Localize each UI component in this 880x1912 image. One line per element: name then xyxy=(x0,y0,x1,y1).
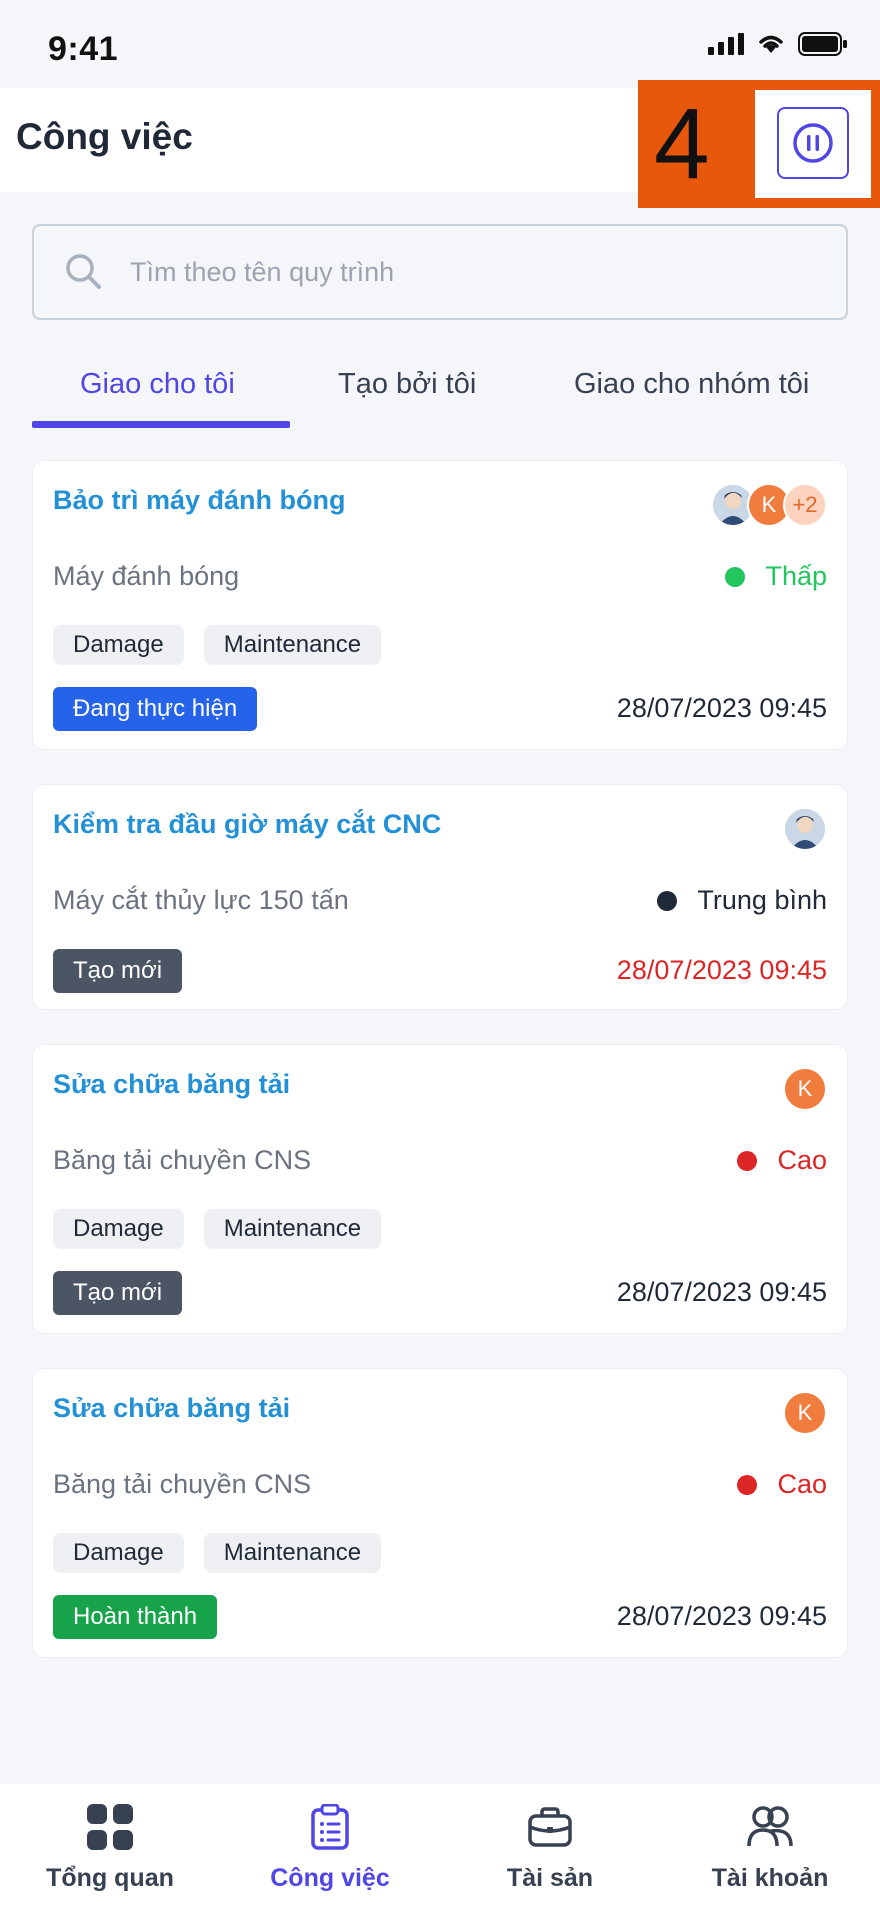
task-date: 28/07/2023 09:45 xyxy=(616,955,827,985)
nav-label: Tổng quan xyxy=(46,1864,174,1892)
priority-dot xyxy=(725,566,746,587)
pause-button[interactable] xyxy=(777,107,849,179)
task-card[interactable]: Sửa chữa băng tải K Băng tải chuyền CNS … xyxy=(32,1044,848,1334)
nav-label: Công việc xyxy=(270,1864,390,1892)
tag-list: Damage Maintenance xyxy=(53,625,382,665)
avatar: K xyxy=(783,1391,827,1435)
briefcase-icon xyxy=(528,1807,572,1847)
priority-label: Cao xyxy=(777,1469,827,1499)
status-icons xyxy=(708,32,848,56)
bottom-nav: Tổng quan Công việc Tài sản Tài khoản xyxy=(0,1784,880,1912)
status-badge: Tạo mới xyxy=(53,1271,183,1315)
tag-list: Damage Maintenance xyxy=(53,1209,382,1249)
clipboard-icon xyxy=(311,1804,349,1850)
task-card[interactable]: Kiểm tra đầu giờ máy cắt CNC Máy cắt thủ… xyxy=(32,784,848,1010)
wifi-icon xyxy=(759,35,783,53)
avatar-overflow-count: +2 xyxy=(783,483,827,527)
nav-label: Tài sản xyxy=(506,1864,594,1892)
tab-bar: Giao cho tôi Tạo bởi tôi Giao cho nhóm t… xyxy=(32,360,848,430)
nav-assets[interactable]: Tài sản xyxy=(440,1802,660,1893)
task-title[interactable]: Bảo trì máy đánh bóng xyxy=(53,485,346,516)
task-date: 28/07/2023 09:45 xyxy=(616,693,827,723)
tag: Maintenance xyxy=(203,1533,382,1573)
pause-icon xyxy=(793,123,833,163)
task-date: 28/07/2023 09:45 xyxy=(616,1601,827,1631)
signal-icon xyxy=(708,33,744,55)
tag: Maintenance xyxy=(203,625,382,665)
assignee-avatars[interactable]: K xyxy=(783,1391,827,1435)
annotation-number: 4 xyxy=(654,88,710,200)
task-title[interactable]: Sửa chữa băng tải xyxy=(53,1069,290,1100)
priority-indicator: Trung bình xyxy=(657,885,827,916)
users-icon xyxy=(747,1806,793,1847)
priority-label: Trung bình xyxy=(697,885,827,915)
task-asset: Băng tải chuyền CNS xyxy=(53,1469,312,1499)
priority-indicator: Cao xyxy=(737,1145,827,1176)
tag: Damage xyxy=(53,1533,184,1573)
nav-account[interactable]: Tài khoản xyxy=(660,1802,880,1893)
priority-indicator: Cao xyxy=(737,1469,827,1500)
priority-dot xyxy=(657,890,678,911)
priority-dot xyxy=(737,1150,758,1171)
search-input[interactable] xyxy=(130,228,820,316)
nav-label: Tài khoản xyxy=(711,1864,829,1892)
assignee-avatars[interactable] xyxy=(783,807,827,851)
assignee-avatars[interactable]: K +2 xyxy=(711,483,827,527)
search-box xyxy=(32,224,848,320)
status-badge: Đang thực hiện xyxy=(53,687,258,731)
priority-label: Cao xyxy=(777,1145,827,1175)
page-title: Công việc xyxy=(16,116,193,157)
avatar xyxy=(783,807,827,851)
status-time: 9:41 xyxy=(48,30,119,68)
task-title[interactable]: Kiểm tra đầu giờ máy cắt CNC xyxy=(53,809,441,840)
task-date: 28/07/2023 09:45 xyxy=(616,1277,827,1307)
status-badge: Hoàn thành xyxy=(53,1595,218,1639)
task-asset: Máy cắt thủy lực 150 tấn xyxy=(53,885,349,915)
tab-created-by-me[interactable]: Tạo bởi tôi xyxy=(338,368,476,401)
nav-tasks[interactable]: Công việc xyxy=(220,1802,440,1893)
pause-button-wrapper xyxy=(755,90,871,198)
tag: Maintenance xyxy=(203,1209,382,1249)
tab-assigned-to-my-group[interactable]: Giao cho nhóm tôi xyxy=(574,368,809,401)
tag: Damage xyxy=(53,1209,184,1249)
assignee-avatars[interactable]: K xyxy=(783,1067,827,1111)
annotation-overlay: 4 xyxy=(638,80,880,208)
status-bar: 9:41 xyxy=(0,0,880,88)
task-asset: Máy đánh bóng xyxy=(53,561,240,591)
nav-overview[interactable]: Tổng quan xyxy=(0,1802,220,1893)
priority-dot xyxy=(737,1474,758,1495)
status-badge: Tạo mới xyxy=(53,949,183,993)
task-card[interactable]: Bảo trì máy đánh bóng K +2 Máy đánh bóng… xyxy=(32,460,848,750)
search-icon xyxy=(66,254,101,289)
battery-icon xyxy=(798,32,847,56)
priority-label: Thấp xyxy=(765,561,827,591)
tag: Damage xyxy=(53,625,184,665)
task-card[interactable]: Sửa chữa băng tải K Băng tải chuyền CNS … xyxy=(32,1368,848,1658)
tab-assigned-to-me[interactable]: Giao cho tôi xyxy=(80,368,235,401)
tab-active-indicator xyxy=(32,421,290,428)
task-asset: Băng tải chuyền CNS xyxy=(53,1145,312,1175)
avatar: K xyxy=(783,1067,827,1111)
person-photo-icon xyxy=(785,809,825,849)
grid-icon xyxy=(87,1804,133,1850)
priority-indicator: Thấp xyxy=(725,561,827,592)
task-title[interactable]: Sửa chữa băng tải xyxy=(53,1393,290,1424)
tag-list: Damage Maintenance xyxy=(53,1533,382,1573)
